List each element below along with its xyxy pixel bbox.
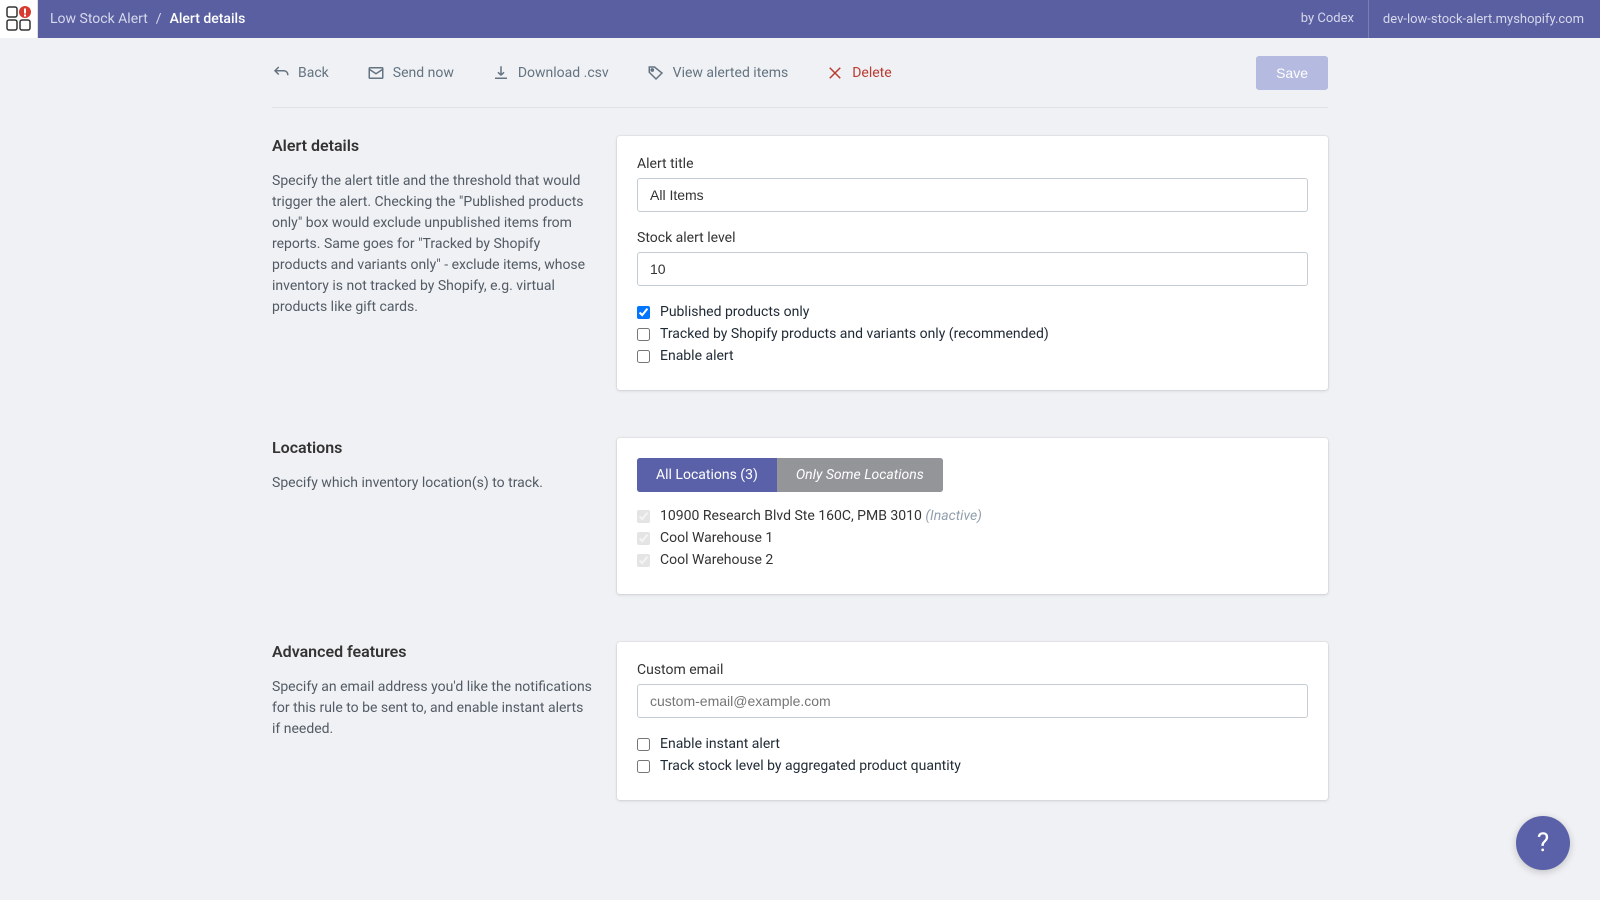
envelope-icon bbox=[367, 64, 385, 82]
custom-email-input[interactable] bbox=[637, 684, 1308, 718]
instant-alert-label: Enable instant alert bbox=[660, 736, 780, 752]
published-only-label: Published products only bbox=[660, 304, 809, 320]
locations-heading: Locations bbox=[272, 438, 593, 457]
tag-icon bbox=[647, 64, 665, 82]
alert-details-card: Alert title Stock alert level Published … bbox=[617, 136, 1328, 390]
back-button[interactable]: Back bbox=[272, 64, 329, 82]
download-icon bbox=[492, 64, 510, 82]
breadcrumb: Low Stock Alert / Alert details bbox=[50, 11, 245, 27]
location-3-checkbox bbox=[637, 554, 650, 567]
delete-button[interactable]: Delete bbox=[826, 64, 891, 82]
by-codex-link[interactable]: by Codex bbox=[1287, 0, 1369, 38]
advanced-card: Custom email Enable instant alert Track … bbox=[617, 642, 1328, 800]
location-2-checkbox bbox=[637, 532, 650, 545]
breadcrumb-separator: / bbox=[156, 11, 162, 27]
topbar-right: by Codex dev-low-stock-alert.myshopify.c… bbox=[1287, 0, 1584, 38]
stock-level-label: Stock alert level bbox=[637, 230, 1308, 246]
tab-some-locations[interactable]: Only Some Locations bbox=[777, 458, 943, 492]
save-button[interactable]: Save bbox=[1256, 56, 1328, 90]
location-2-label: Cool Warehouse 1 bbox=[660, 530, 773, 546]
location-3-label: Cool Warehouse 2 bbox=[660, 552, 773, 568]
send-now-button[interactable]: Send now bbox=[367, 64, 454, 82]
stock-level-input[interactable] bbox=[637, 252, 1308, 286]
alert-title-input[interactable] bbox=[637, 178, 1308, 212]
advanced-heading: Advanced features bbox=[272, 642, 593, 661]
instant-alert-checkbox[interactable] bbox=[637, 738, 650, 751]
alert-details-desc: Specify the alert title and the threshol… bbox=[272, 171, 593, 318]
tab-all-locations[interactable]: All Locations (3) bbox=[637, 458, 777, 492]
advanced-desc: Specify an email address you'd like the … bbox=[272, 677, 593, 740]
locations-card: All Locations (3) Only Some Locations 10… bbox=[617, 438, 1328, 594]
enable-alert-label: Enable alert bbox=[660, 348, 734, 364]
locations-tabs: All Locations (3) Only Some Locations bbox=[637, 458, 943, 492]
published-only-checkbox[interactable] bbox=[637, 306, 650, 319]
aggregate-checkbox[interactable] bbox=[637, 760, 650, 773]
view-alerted-items-label: View alerted items bbox=[673, 65, 789, 81]
breadcrumb-current: Alert details bbox=[170, 11, 246, 27]
location-1-inactive-badge: (Inactive) bbox=[925, 508, 982, 524]
shop-domain-link[interactable]: dev-low-stock-alert.myshopify.com bbox=[1369, 12, 1584, 27]
send-now-label: Send now bbox=[393, 65, 454, 81]
locations-desc: Specify which inventory location(s) to t… bbox=[272, 473, 593, 494]
app-logo-icon bbox=[0, 0, 38, 38]
enable-alert-checkbox[interactable] bbox=[637, 350, 650, 363]
help-fab[interactable]: ? bbox=[1516, 816, 1570, 870]
alert-details-heading: Alert details bbox=[272, 136, 593, 155]
tracked-only-label: Tracked by Shopify products and variants… bbox=[660, 326, 1049, 342]
location-1-label: 10900 Research Blvd Ste 160C, PMB 3010 bbox=[660, 508, 922, 524]
close-icon bbox=[826, 64, 844, 82]
breadcrumb-root[interactable]: Low Stock Alert bbox=[50, 11, 148, 27]
alert-title-label: Alert title bbox=[637, 156, 1308, 172]
custom-email-label: Custom email bbox=[637, 662, 1308, 678]
aggregate-label: Track stock level by aggregated product … bbox=[660, 758, 961, 774]
download-csv-label: Download .csv bbox=[518, 65, 609, 81]
location-1-checkbox bbox=[637, 510, 650, 523]
view-alerted-items-button[interactable]: View alerted items bbox=[647, 64, 789, 82]
topbar: Low Stock Alert / Alert details by Codex… bbox=[0, 0, 1600, 38]
download-csv-button[interactable]: Download .csv bbox=[492, 64, 609, 82]
back-label: Back bbox=[298, 65, 329, 81]
action-bar: Back Send now Download .csv View alerted… bbox=[272, 38, 1328, 108]
back-icon bbox=[272, 64, 290, 82]
tracked-only-checkbox[interactable] bbox=[637, 328, 650, 341]
delete-label: Delete bbox=[852, 65, 891, 81]
